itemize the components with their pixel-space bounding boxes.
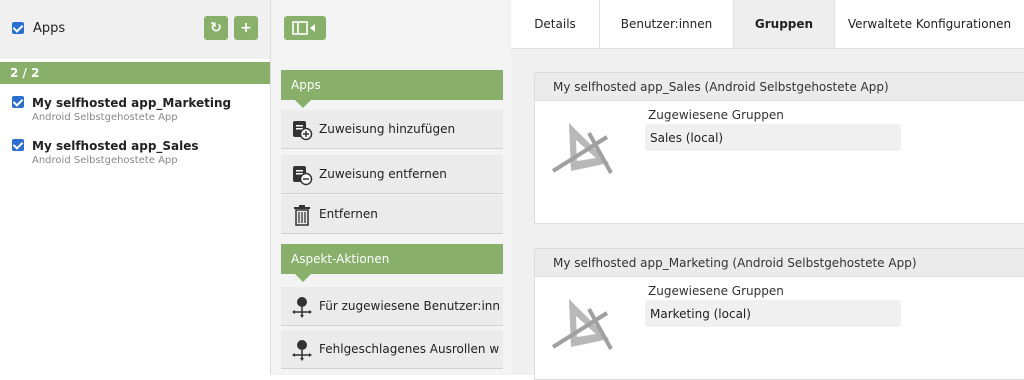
- user-network-icon: [292, 297, 312, 318]
- selection-count-bar: 2 / 2: [0, 62, 270, 84]
- action-label: Zuweisung entfernen: [319, 167, 447, 181]
- app-list-panel: Apps ↻ + 2 / 2 My selfhosted app_Marketi…: [0, 0, 270, 375]
- group-assignment-card: My selfhosted app_Marketing (Android Sel…: [534, 248, 1024, 380]
- add-assignment-icon: [293, 121, 313, 141]
- refresh-icon: ↻: [210, 20, 222, 36]
- app-list-header: Apps ↻ +: [0, 0, 270, 59]
- group-name: Sales (local): [650, 131, 724, 145]
- add-app-button[interactable]: +: [234, 16, 258, 40]
- section-header-apps: Apps: [281, 70, 503, 108]
- action-label: Für zugewiesene Benutzer:inn...: [319, 299, 499, 313]
- app-name: My selfhosted app_Marketing: [32, 96, 232, 110]
- selection-count: 2 / 2: [10, 66, 40, 80]
- action-label: Zuweisung hinzufügen: [319, 122, 456, 136]
- panel-toggle-button[interactable]: [284, 16, 326, 40]
- tab-groups[interactable]: Gruppen: [734, 0, 835, 48]
- app-list-title: Apps: [33, 21, 66, 36]
- assigned-group-chip[interactable]: Sales (local): [645, 124, 901, 151]
- action-label: Fehlgeschlagenes Ausrollen w...: [319, 342, 499, 356]
- section-title: Aspekt-Aktionen: [291, 252, 390, 266]
- panel-toggle-icon: [292, 21, 315, 35]
- refresh-button[interactable]: ↻: [204, 16, 228, 40]
- plus-icon: +: [240, 20, 252, 36]
- card-header: My selfhosted app_Sales (Android Selbstg…: [535, 73, 1024, 101]
- assigned-group-chip[interactable]: Marketing (local): [645, 300, 901, 327]
- section-header-aspect-actions: Aspekt-Aktionen: [281, 244, 503, 282]
- app-checkbox[interactable]: [12, 139, 24, 151]
- assigned-users-action-button[interactable]: Für zugewiesene Benutzer:inn...: [281, 287, 503, 326]
- actions-panel: Apps Zuweisung hinzufügen Zuweisung entf…: [270, 0, 512, 375]
- tab-users[interactable]: Benutzer:innen: [600, 0, 734, 48]
- card-header: My selfhosted app_Marketing (Android Sel…: [535, 249, 1024, 277]
- add-assignment-button[interactable]: Zuweisung hinzufügen: [281, 110, 503, 149]
- remove-assignment-button[interactable]: Zuweisung entfernen: [281, 155, 503, 194]
- app-checkbox[interactable]: [12, 96, 24, 108]
- app-subtitle: Android Selbstgehostete App: [32, 112, 178, 123]
- select-all-checkbox[interactable]: [12, 22, 24, 34]
- delete-button[interactable]: Entfernen: [281, 195, 503, 234]
- remove-assignment-icon: [293, 166, 313, 186]
- group-assignment-card: My selfhosted app_Sales (Android Selbstg…: [534, 72, 1024, 224]
- assigned-groups-label: Zugewiesene Gruppen: [648, 284, 784, 298]
- card-title: My selfhosted app_Marketing (Android Sel…: [553, 256, 917, 270]
- app-name: My selfhosted app_Sales: [32, 139, 199, 153]
- user-network-icon: [292, 340, 312, 361]
- action-label: Entfernen: [319, 207, 378, 221]
- failed-rollout-action-button[interactable]: Fehlgeschlagenes Ausrollen w...: [281, 330, 503, 369]
- detail-panel: Details Benutzer:innen Gruppen Verwaltet…: [511, 0, 1024, 380]
- tab-details[interactable]: Details: [511, 0, 600, 48]
- tab-bar: Details Benutzer:innen Gruppen Verwaltet…: [511, 0, 1024, 49]
- assigned-groups-label: Zugewiesene Gruppen: [648, 108, 784, 122]
- section-title: Apps: [291, 78, 321, 92]
- app-placeholder-icon: [551, 299, 613, 350]
- card-title: My selfhosted app_Sales (Android Selbstg…: [553, 80, 889, 94]
- app-subtitle: Android Selbstgehostete App: [32, 155, 178, 166]
- trash-icon: [294, 205, 310, 226]
- tab-managed-configurations[interactable]: Verwaltete Konfigurationen: [835, 0, 1024, 48]
- group-name: Marketing (local): [650, 307, 751, 321]
- app-placeholder-icon: [551, 123, 613, 174]
